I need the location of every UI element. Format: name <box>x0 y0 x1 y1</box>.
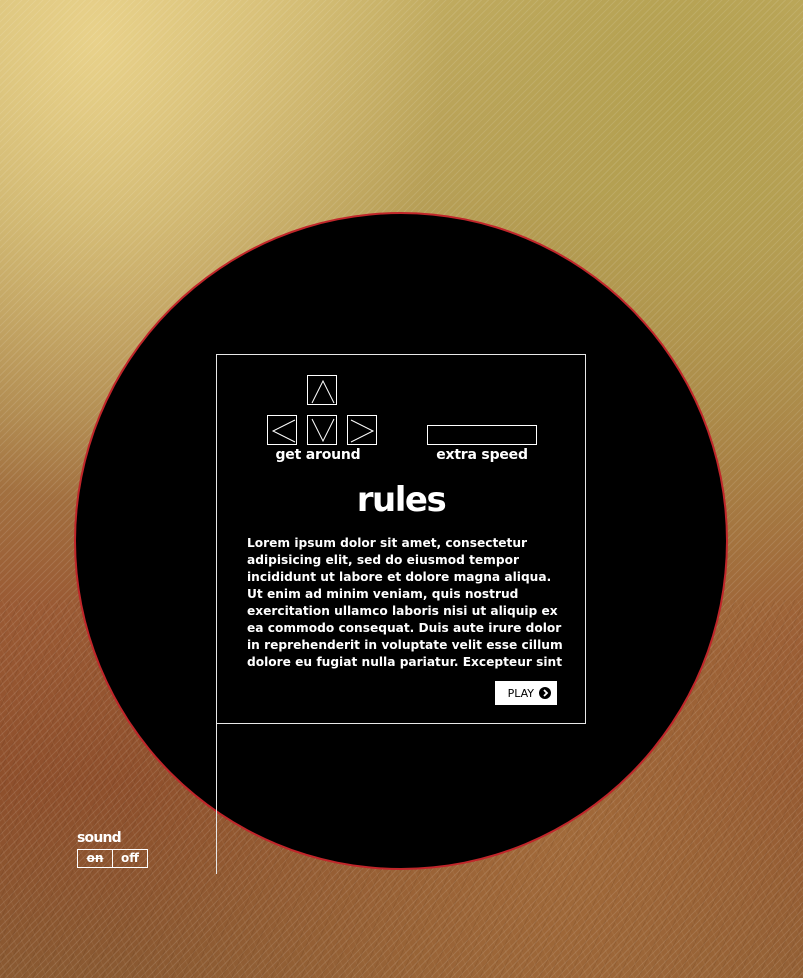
play-button-label: PLAY <box>507 686 534 700</box>
rules-title: rules <box>356 480 447 520</box>
spacebar-icon <box>427 425 537 445</box>
play-button[interactable]: PLAY <box>495 681 557 705</box>
sound-label: sound <box>77 830 122 846</box>
spacebar-label: extra speed <box>436 447 528 463</box>
arrow-right-icon <box>347 415 377 445</box>
sound-toggle[interactable]: on off <box>77 849 148 868</box>
sound-off-option[interactable]: off <box>113 850 147 867</box>
arrows-label: get around <box>275 447 361 463</box>
arrow-down-icon <box>307 415 337 445</box>
chevron-right-circle-icon <box>539 687 551 699</box>
panel-divider <box>216 724 217 874</box>
rules-body: Lorem ipsum dolor sit amet, consectetur … <box>247 536 563 669</box>
sound-on-option[interactable]: on <box>78 850 113 867</box>
arrow-up-icon <box>307 375 337 405</box>
arrow-left-icon <box>267 415 297 445</box>
